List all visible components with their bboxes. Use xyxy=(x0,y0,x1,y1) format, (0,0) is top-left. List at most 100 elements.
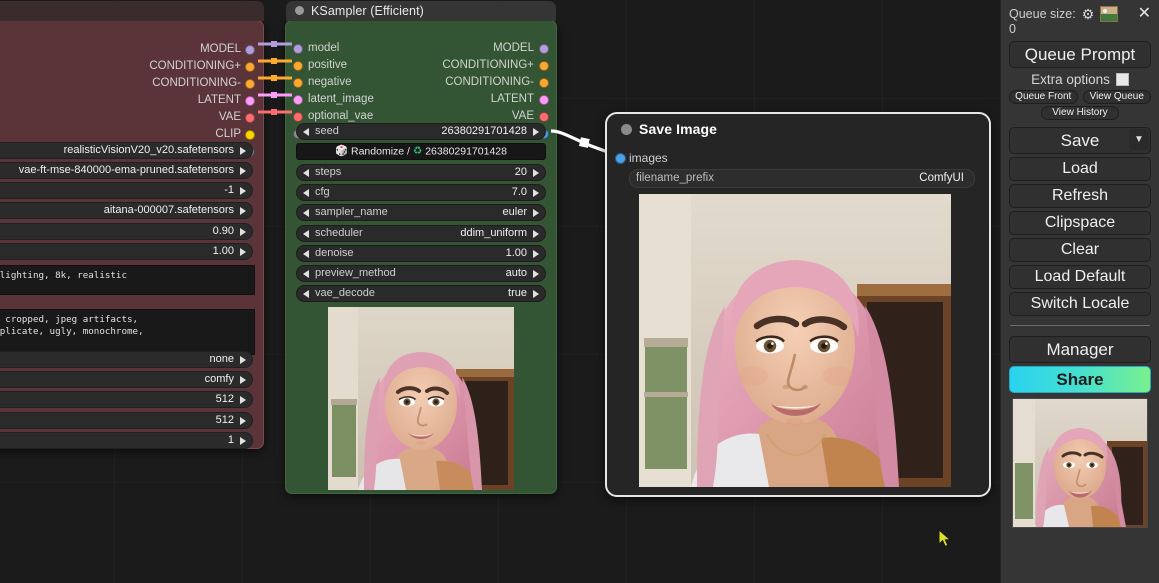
refresh-button[interactable]: Refresh xyxy=(1009,184,1151,208)
node-ksampler-efficient[interactable]: KSampler (Efficient) model positive nega… xyxy=(285,1,557,494)
comfyui-menu-panel[interactable]: Queue size: ⚙ ✕ 0 Queue Prompt Extra opt… xyxy=(1000,0,1159,583)
queue-front-button[interactable]: Queue Front xyxy=(1009,90,1078,104)
ksampler-output-conditioning-plus[interactable]: CONDITIONING+ xyxy=(442,59,534,71)
chevron-left-icon[interactable] xyxy=(303,270,309,278)
loader-widget-lora[interactable]: aitana-000007.safetensors xyxy=(0,202,253,219)
load-button[interactable]: Load xyxy=(1009,157,1151,181)
ksampler-output-latent-dot[interactable] xyxy=(539,95,549,105)
ksampler-input-optional-vae[interactable]: optional_vae xyxy=(308,110,373,122)
ksampler-input-positive-dot[interactable] xyxy=(293,61,303,71)
chevron-left-icon[interactable] xyxy=(303,250,309,258)
loader-widget-token-normalization[interactable]: nalization none xyxy=(0,351,253,368)
chevron-right-icon[interactable] xyxy=(533,209,539,217)
loader-output-conditioning-minus[interactable]: CONDITIONING- xyxy=(152,77,241,89)
ksampler-input-optional-vae-dot[interactable] xyxy=(293,112,303,122)
switch-locale-button[interactable]: Switch Locale xyxy=(1009,292,1151,316)
chevron-left-icon[interactable] xyxy=(303,230,309,238)
chevron-left-icon[interactable] xyxy=(303,128,309,136)
loader-output-conditioning-minus-dot[interactable] xyxy=(245,79,255,89)
save-input-images[interactable]: images xyxy=(629,151,668,165)
chevron-left-icon[interactable] xyxy=(303,209,309,217)
node-loader-titlebar[interactable]: oader xyxy=(0,1,264,21)
loader-widget-weight-interpretation[interactable]: erpretation comfy xyxy=(0,371,253,388)
chevron-right-icon[interactable] xyxy=(240,417,246,425)
chevron-right-icon[interactable] xyxy=(240,376,246,384)
extra-options-row[interactable]: Extra options xyxy=(1009,72,1151,87)
ksampler-output-model[interactable]: MODEL xyxy=(493,42,534,54)
ksampler-output-model-dot[interactable] xyxy=(539,44,549,54)
ksampler-preview-image[interactable] xyxy=(328,307,514,490)
loader-output-clip-dot[interactable] xyxy=(245,130,255,140)
ksampler-widget-preview-method[interactable]: preview_method auto xyxy=(296,265,546,282)
ksampler-widget-scheduler[interactable]: scheduler ddim_uniform xyxy=(296,225,546,242)
gear-icon[interactable]: ⚙ xyxy=(1082,7,1095,21)
ksampler-output-vae[interactable]: VAE xyxy=(512,110,534,122)
ksampler-input-latent-image[interactable]: latent_image xyxy=(308,93,374,105)
chevron-left-icon[interactable] xyxy=(303,169,309,177)
loader-widget-clip-strength[interactable]: trength 1.00 xyxy=(0,243,253,260)
save-preview-image[interactable] xyxy=(639,194,951,487)
chevron-right-icon[interactable] xyxy=(240,437,246,445)
chevron-right-icon[interactable] xyxy=(533,189,539,197)
ksampler-input-model-dot[interactable] xyxy=(293,44,303,54)
loader-output-latent[interactable]: LATENT xyxy=(198,94,241,106)
chevron-right-icon[interactable] xyxy=(240,228,246,236)
node-save-image[interactable]: Save Image images filename_prefix ComfyU… xyxy=(605,112,991,497)
ksampler-output-conditioning-minus[interactable]: CONDITIONING- xyxy=(445,76,534,88)
ksampler-widget-seed[interactable]: seed 26380291701428 xyxy=(296,123,546,140)
chevron-right-icon[interactable] xyxy=(240,187,246,195)
clipspace-button[interactable]: Clipspace xyxy=(1009,211,1151,235)
view-queue-button[interactable]: View Queue xyxy=(1082,90,1151,104)
node-efficient-loader[interactable]: oader MODEL CONDITIONING+ CONDITIONING- … xyxy=(0,1,264,449)
loader-negative-prompt[interactable]: o, banner, extra digits, cropped, jpeg a… xyxy=(0,309,255,355)
node-save-titlebar[interactable]: Save Image xyxy=(611,118,985,140)
chevron-right-icon[interactable] xyxy=(533,290,539,298)
loader-widget-empty-latent-height[interactable]: nt_height 512 xyxy=(0,412,253,429)
loader-output-vae[interactable]: VAE xyxy=(219,111,241,123)
picture-icon[interactable] xyxy=(1100,6,1119,22)
save-input-images-dot[interactable] xyxy=(615,153,626,164)
ksampler-input-negative-dot[interactable] xyxy=(293,78,303,88)
chevron-right-icon[interactable] xyxy=(240,207,246,215)
loader-widget-vae[interactable]: vae-ft-mse-840000-ema-pruned.safetensors xyxy=(0,162,253,179)
clear-button[interactable]: Clear xyxy=(1009,238,1151,262)
loader-widget-ckpt[interactable]: realisticVisionV20_v20.safetensors xyxy=(0,142,253,159)
loader-output-conditioning-plus-dot[interactable] xyxy=(245,62,255,72)
ksampler-output-latent[interactable]: LATENT xyxy=(491,93,534,105)
ksampler-widget-sampler-name[interactable]: sampler_name euler xyxy=(296,204,546,221)
manager-button[interactable]: Manager xyxy=(1009,336,1151,363)
loader-widget-clip-skip[interactable]: -1 xyxy=(0,182,253,199)
loader-positive-prompt[interactable]: ality, highres, perfect lighting, 8k, re… xyxy=(0,265,255,295)
chevron-left-icon[interactable] xyxy=(303,189,309,197)
ksampler-output-vae-dot[interactable] xyxy=(539,112,549,122)
chevron-right-icon[interactable] xyxy=(533,128,539,136)
chevron-left-icon[interactable] xyxy=(303,290,309,298)
ksampler-output-conditioning-minus-dot[interactable] xyxy=(539,78,549,88)
collapse-icon[interactable] xyxy=(621,123,632,135)
collapse-icon[interactable] xyxy=(295,6,304,16)
ksampler-randomize-control[interactable]: 🎲 Randomize / ♻ 26380291701428 xyxy=(296,143,546,160)
chevron-right-icon[interactable] xyxy=(240,356,246,364)
chevron-right-icon[interactable] xyxy=(533,250,539,258)
sidebar-thumbnail[interactable] xyxy=(1012,398,1148,528)
chevron-right-icon[interactable] xyxy=(240,147,246,155)
loader-widget-empty-latent-width[interactable]: nt_width 512 xyxy=(0,391,253,408)
loader-output-vae-dot[interactable] xyxy=(245,113,255,123)
chevron-right-icon[interactable] xyxy=(240,248,246,256)
loader-widget-model-strength[interactable]: l_strength 0.90 xyxy=(0,223,253,240)
save-dropdown-arrow-icon[interactable]: ▼ xyxy=(1129,129,1149,150)
ksampler-widget-cfg[interactable]: cfg 7.0 xyxy=(296,184,546,201)
ksampler-output-conditioning-plus-dot[interactable] xyxy=(539,61,549,71)
share-button[interactable]: Share xyxy=(1009,366,1151,393)
loader-output-clip[interactable]: CLIP xyxy=(215,128,241,140)
ksampler-input-negative[interactable]: negative xyxy=(308,76,351,88)
loader-output-model[interactable]: MODEL xyxy=(200,43,241,55)
loader-output-model-dot[interactable] xyxy=(245,45,255,55)
chevron-right-icon[interactable] xyxy=(533,230,539,238)
load-default-button[interactable]: Load Default xyxy=(1009,265,1151,289)
ksampler-widget-steps[interactable]: steps 20 xyxy=(296,164,546,181)
chevron-right-icon[interactable] xyxy=(533,169,539,177)
chevron-right-icon[interactable] xyxy=(240,167,246,175)
loader-output-conditioning-plus[interactable]: CONDITIONING+ xyxy=(149,60,241,72)
extra-options-checkbox[interactable] xyxy=(1115,73,1129,86)
